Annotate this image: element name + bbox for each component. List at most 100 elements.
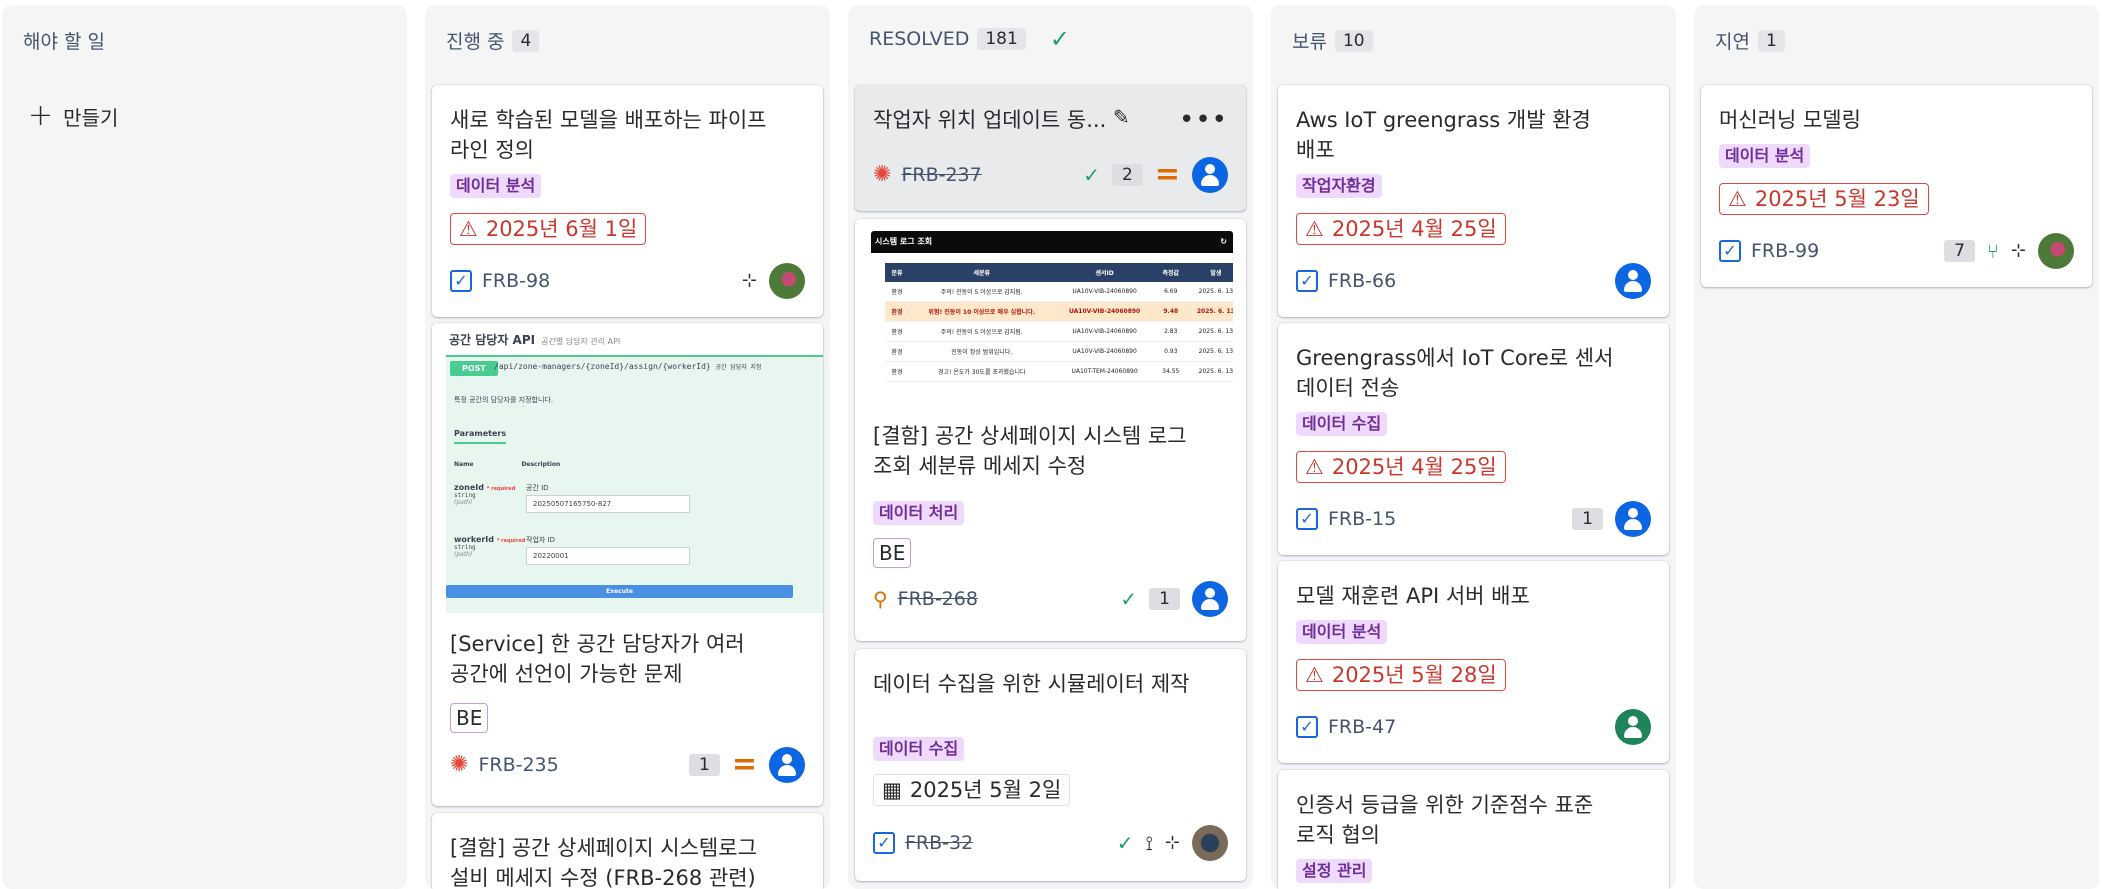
pull-request-icon: ⑂: [1986, 239, 1999, 263]
edit-icon[interactable]: ✎: [1113, 107, 1130, 127]
param-label: 공간 ID: [526, 484, 549, 492]
preview-bar: 시스템 로그 조회 ↻: [871, 231, 1233, 253]
done-check-icon: ✓: [1083, 163, 1101, 187]
label-lozenge[interactable]: 작업자환경: [1296, 174, 1382, 198]
assignee-avatar[interactable]: [1192, 581, 1228, 617]
assignee-avatar[interactable]: [2038, 233, 2074, 269]
label-lozenge[interactable]: 설정 관리: [1296, 859, 1373, 883]
warning-icon: ⚠: [459, 217, 478, 241]
issue-card[interactable]: 모델 재훈련 API 서버 배포 데이터 분석 ⚠ 2025년 5월 28일 ✓ F…: [1278, 561, 1669, 763]
label-lozenge[interactable]: 데이터 처리: [873, 501, 965, 525]
issue-key[interactable]: ✓ FRB-32: [873, 832, 973, 854]
column-title: 지연: [1715, 31, 1750, 53]
due-date-text: 2025년 4월 25일: [1331, 217, 1497, 241]
attachment-preview: 시스템 로그 조회 ↻ 분류 세분류 센서ID 측정값 발생 환경 주의! 진동이 5 이상…: [871, 231, 1233, 394]
create-label: 만들기: [63, 105, 119, 130]
assignee-avatar[interactable]: [1615, 501, 1651, 537]
issue-key[interactable]: ✓ FRB-99: [1719, 240, 1819, 262]
date-badge[interactable]: ▦ 2025년 5월 2일: [873, 774, 1071, 806]
issue-card[interactable]: 공간 담당자 API 공간별 담당자 관리 API POST /api/zone-…: [432, 323, 823, 806]
card-title: Greengrass에서 IoT Core로 센서 데이터 전송: [1296, 346, 1614, 400]
issue-card[interactable]: 머신러닝 모델링 데이터 분석 ⚠ 2025년 5월 23일 ✓ FRB-99 7 …: [1701, 85, 2092, 287]
issue-key-text: FRB-237: [901, 164, 982, 186]
issue-card[interactable]: 데이터 수집을 위한 시뮬레이터 제작 데이터 수집 ▦ 2025년 5월 2일 …: [855, 649, 1246, 881]
issue-key-text: FRB-47: [1328, 716, 1397, 738]
label-lozenge[interactable]: 데이터 분석: [450, 174, 542, 198]
issue-card[interactable]: Aws IoT greengrass 개발 환경 배포 작업자환경 ⚠ 2025년…: [1278, 85, 1669, 317]
card-title: [Service] 한 공간 담당자가 여러 공간에 선언이 가능한 문제: [450, 632, 745, 686]
assignee-avatar[interactable]: [1192, 825, 1228, 861]
table-row: 환경 진동이 정상 범위입니다. UA10V-VIB-24060890 0.93 202…: [885, 341, 1233, 362]
param-name: workerId * required string (path): [454, 535, 526, 558]
card-title: 모델 재훈련 API 서버 배포: [1296, 584, 1530, 608]
create-issue-button[interactable]: + 만들기: [28, 101, 118, 131]
due-date-text: 2025년 5월 28일: [1331, 663, 1497, 687]
due-date-text: 2025년 5월 23일: [1754, 187, 1920, 211]
story-points: 1: [1149, 588, 1180, 610]
issue-card[interactable]: [결함] 공간 상세페이지 시스템로그 설비 메세지 수정 (FRB-268 관…: [432, 813, 823, 889]
label-lozenge[interactable]: 데이터 수집: [1296, 412, 1388, 436]
param-input: 20220001: [526, 547, 690, 565]
column-count: 181: [977, 28, 1026, 50]
column-count: 10: [1334, 29, 1373, 52]
issue-key[interactable]: ✓ FRB-47: [1296, 716, 1396, 738]
issue-key-text: FRB-66: [1328, 270, 1397, 292]
issue-key[interactable]: ✺ FRB-235: [450, 754, 559, 777]
tag-be[interactable]: BE: [450, 703, 489, 733]
task-checkbox-icon: ✓: [1296, 270, 1318, 292]
tag-be[interactable]: BE: [873, 538, 912, 568]
label-lozenge[interactable]: 데이터 수집: [873, 737, 965, 761]
issue-card[interactable]: 작업자 위치 업데이트 동... ✎ ••• ✺ FRB-237 ✓ 2 =: [855, 85, 1246, 211]
assignee-avatar[interactable]: [1615, 709, 1651, 745]
params-tab: Parameters: [454, 429, 507, 444]
issue-card[interactable]: 시스템 로그 조회 ↻ 분류 세분류 센서ID 측정값 발생 환경 주의! 진동이 5 이상…: [855, 219, 1246, 641]
attachment-preview: 공간 담당자 API 공간별 담당자 관리 API POST /api/zone-…: [432, 323, 823, 613]
commit-icon: ⟟: [1145, 831, 1153, 855]
column-header: 진행 중 4: [446, 27, 540, 54]
issue-card[interactable]: 새로 학습된 모델을 배포하는 파이프라인 정의 데이터 분석 ⚠ 2025년 6…: [432, 85, 823, 317]
assignee-avatar[interactable]: [769, 263, 805, 299]
issue-key[interactable]: ✓ FRB-15: [1296, 508, 1396, 530]
issue-key[interactable]: ⚲ FRB-268: [873, 588, 978, 610]
date-text: 2025년 5월 2일: [909, 778, 1062, 802]
due-date-badge[interactable]: ⚠ 2025년 5월 23일: [1719, 183, 1929, 215]
issue-key[interactable]: ✓ FRB-66: [1296, 270, 1396, 292]
subtask-icon: ⚲: [873, 587, 888, 611]
card-title: 작업자 위치 업데이트 동...: [873, 108, 1107, 132]
issue-card[interactable]: 인증서 등급을 위한 기준점수 표준 로직 협의 설정 관리: [1278, 770, 1669, 889]
column-title: 보류: [1292, 31, 1327, 53]
column-title: RESOLVED: [869, 28, 970, 50]
due-date-badge[interactable]: ⚠ 2025년 4월 25일: [1296, 451, 1506, 483]
table-row: 환경 위험! 진동이 10 이상으로 매우 심합니다. UA10V-VIB-2406…: [885, 301, 1233, 322]
column-title: 해야 할 일: [23, 31, 105, 53]
due-date-badge[interactable]: ⚠ 2025년 5월 28일: [1296, 659, 1506, 691]
log-table: 분류 세분류 센서ID 측정값 발생 환경 주의! 진동이 5 이상으로 감지됨. UA10…: [885, 263, 1233, 382]
assignee-avatar[interactable]: [769, 747, 805, 783]
label-lozenge[interactable]: 데이터 분석: [1296, 620, 1388, 644]
hierarchy-icon: ⊹: [1164, 832, 1180, 853]
column-header: 해야 할 일: [23, 27, 105, 54]
table-row: 환경 경고! 온도가 30도를 초과했습니다 UA10T-TEM-24060890 3…: [885, 361, 1233, 382]
more-actions-button[interactable]: •••: [1179, 107, 1228, 133]
param-label: 작업자 ID: [526, 536, 555, 544]
story-points: 1: [1572, 508, 1603, 530]
issue-key[interactable]: ✺ FRB-237: [873, 164, 982, 187]
priority-medium-icon: =: [731, 747, 757, 782]
assignee-avatar[interactable]: [1192, 157, 1228, 193]
table-row: 환경 주의! 진동이 5 이상으로 감지됨. UA10V-VIB-24060890 2…: [885, 321, 1233, 342]
assignee-avatar[interactable]: [1615, 263, 1651, 299]
card-title: 머신러닝 모델링: [1719, 108, 1861, 132]
endpoint-desc: 특정 공간의 담당자를 지정합니다.: [454, 396, 554, 404]
column-count: 1: [1757, 29, 1785, 52]
method-badge: POST: [450, 361, 498, 376]
plus-icon: +: [28, 98, 54, 133]
warning-icon: ⚠: [1305, 455, 1324, 479]
issue-card[interactable]: Greengrass에서 IoT Core로 센서 데이터 전송 데이터 수집 …: [1278, 323, 1669, 555]
due-date-badge[interactable]: ⚠ 2025년 6월 1일: [450, 213, 647, 245]
due-date-badge[interactable]: ⚠ 2025년 4월 25일: [1296, 213, 1506, 245]
task-checkbox-icon: ✓: [1296, 716, 1318, 738]
issue-key[interactable]: ✓ FRB-98: [450, 270, 550, 292]
label-lozenge[interactable]: 데이터 분석: [1719, 144, 1811, 168]
done-check-icon: ✓: [1116, 831, 1134, 855]
param-name: zoneId * required string (path): [454, 483, 516, 506]
